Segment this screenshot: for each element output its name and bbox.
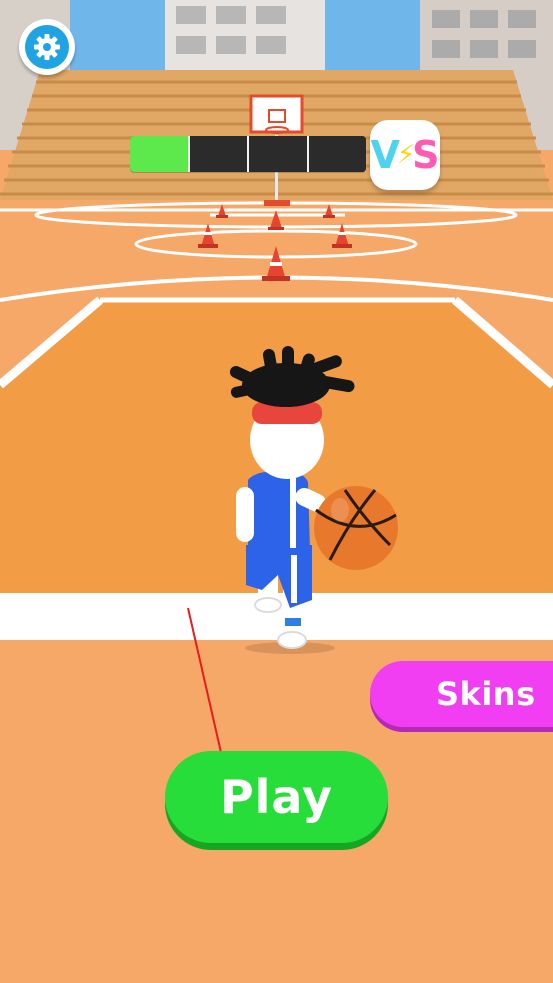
- basketball: [314, 486, 398, 570]
- play-button-label: Play: [219, 770, 334, 824]
- progress-segment: [308, 136, 366, 172]
- skins-button-label: Skins: [436, 675, 536, 713]
- progress-segment: [130, 136, 190, 172]
- vs-letter-s: S: [412, 133, 440, 177]
- vs-letter-v: V: [370, 133, 400, 177]
- gear-icon: [25, 25, 69, 69]
- progress-segment: [189, 136, 249, 172]
- vs-badge: V ⚡ S: [370, 120, 440, 190]
- skins-button[interactable]: Skins: [370, 661, 553, 727]
- play-button[interactable]: Play: [165, 751, 388, 843]
- settings-button[interactable]: [19, 19, 75, 75]
- level-progress-bar: [130, 136, 366, 172]
- progress-segment: [249, 136, 309, 172]
